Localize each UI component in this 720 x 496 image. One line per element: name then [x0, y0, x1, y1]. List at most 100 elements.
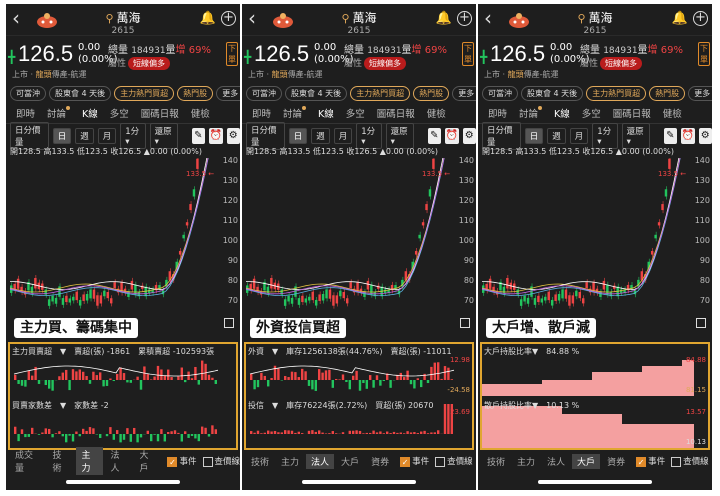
week-button[interactable]: 週 [547, 128, 566, 144]
settings-icon[interactable]: ⚙ [462, 128, 476, 144]
tab-5[interactable]: 健檢 [421, 106, 452, 120]
add-icon[interactable]: + [693, 11, 708, 26]
tab-0[interactable]: 即時 [246, 106, 277, 120]
alarm-icon[interactable]: ⏰ [445, 128, 459, 144]
alarm-icon[interactable]: ⏰ [681, 128, 695, 144]
tab-5[interactable]: 健檢 [657, 106, 688, 120]
tag-3[interactable]: 熱門股 [413, 85, 450, 101]
candle [387, 286, 390, 296]
bottom-tab-2[interactable]: 法人 [306, 453, 335, 469]
price-line-checkbox[interactable]: 查價線 [435, 455, 473, 467]
event-checkbox[interactable]: ✓ 事件 [636, 455, 665, 467]
tab-3[interactable]: 多空 [104, 106, 135, 120]
month-button[interactable]: 月 [333, 128, 353, 144]
order-button[interactable]: 下單 [698, 42, 710, 66]
tag-2[interactable]: 主力熱門買超 [586, 85, 647, 101]
tab-1[interactable]: 討論 [41, 105, 76, 120]
candle [561, 286, 564, 302]
bottom-tab-0[interactable]: 技術 [246, 454, 274, 469]
bottom-tab-2[interactable]: 主力 [76, 447, 104, 475]
bottom-tab-1[interactable]: 主力 [512, 454, 540, 469]
tag-0[interactable]: 可當沖 [482, 85, 518, 101]
tab-1[interactable]: 討論 [277, 105, 312, 120]
copy-icon[interactable] [460, 318, 470, 328]
tag-4[interactable]: 更多 › [688, 85, 712, 101]
event-checkbox[interactable]: ✓ 事件 [400, 455, 429, 467]
tab-2[interactable]: K線 [312, 106, 340, 120]
tab-1[interactable]: 討論 [513, 105, 548, 120]
order-button[interactable]: 下單 [462, 42, 474, 66]
tab-0[interactable]: 即時 [482, 106, 513, 120]
tag-2[interactable]: 主力熱門買超 [114, 85, 175, 101]
price-line-checkbox[interactable]: 查價線 [671, 455, 709, 467]
indicator-bar [102, 380, 105, 387]
tab-5[interactable]: 健檢 [185, 106, 216, 120]
tag-2[interactable]: 主力熱門買超 [350, 85, 411, 101]
tag-0[interactable]: 可當沖 [10, 85, 46, 101]
tag-3[interactable]: 熱門股 [649, 85, 686, 101]
signal-badge[interactable]: 短線偏多 [364, 57, 407, 70]
settings-icon[interactable]: ⚙ [698, 128, 712, 144]
bottom-tab-4[interactable]: 資券 [366, 454, 394, 469]
tab-2[interactable]: K線 [76, 106, 104, 120]
signal-badge[interactable]: 短線偏多 [600, 57, 643, 70]
tag-4[interactable]: 更多 › [452, 85, 476, 101]
tab-3[interactable]: 多空 [576, 106, 607, 120]
bell-icon[interactable]: 🔔 [200, 11, 216, 26]
tag-0[interactable]: 可當沖 [246, 85, 282, 101]
tab-4[interactable]: 圖碼日報 [135, 106, 185, 120]
bell-icon[interactable]: 🔔 [436, 11, 452, 26]
add-icon[interactable]: + [221, 11, 236, 26]
tab-0[interactable]: 即時 [10, 106, 41, 120]
bottom-tab-2[interactable]: 法人 [542, 454, 570, 469]
bottom-tab-3[interactable]: 法人 [105, 447, 132, 475]
kline-chart[interactable]: 133.5 ← 140 130 120 110 100 90 80 70 [6, 156, 240, 328]
tab-3[interactable]: 多空 [340, 106, 371, 120]
bottom-tab-3[interactable]: 大戶 [572, 453, 601, 469]
order-button[interactable]: 下單 [226, 42, 238, 66]
indicator-bar [409, 380, 413, 385]
alarm-icon[interactable]: ⏰ [209, 128, 223, 144]
signal-badge[interactable]: 短線偏多 [128, 57, 171, 70]
day-button[interactable]: 日 [52, 128, 72, 144]
tag-1[interactable]: 股東會 4 天後 [521, 85, 584, 101]
week-button[interactable]: 週 [75, 128, 94, 144]
tag-row: 可當沖股東會 4 天後主力熱門買超熱門股更多 › [242, 84, 476, 102]
search-icon[interactable]: ⚲ [341, 12, 349, 25]
bottom-tab-4[interactable]: 資券 [602, 454, 630, 469]
draw-icon[interactable]: ✎ [427, 128, 442, 144]
tab-2[interactable]: K線 [548, 106, 576, 120]
tag-4[interactable]: 更多 › [216, 85, 240, 101]
tab-4[interactable]: 圖碼日報 [371, 106, 421, 120]
bottom-tab-4[interactable]: 大戶 [134, 447, 161, 475]
event-checkbox[interactable]: ✓ 事件 [167, 455, 197, 467]
kline-chart[interactable]: 133.5 ← 140 130 120 110 100 90 80 70 [478, 156, 712, 328]
copy-icon[interactable] [696, 318, 706, 328]
bottom-tab-1[interactable]: 技術 [47, 447, 74, 475]
tag-1[interactable]: 股東會 4 天後 [49, 85, 112, 101]
indicator-bar [139, 380, 143, 390]
bottom-tab-1[interactable]: 主力 [276, 454, 304, 469]
month-button[interactable]: 月 [97, 128, 117, 144]
tag-1[interactable]: 股東會 4 天後 [285, 85, 348, 101]
day-button[interactable]: 日 [288, 128, 308, 144]
add-icon[interactable]: + [457, 11, 472, 26]
kline-chart[interactable]: 133.5 ← 140 130 120 110 100 90 80 70 [242, 156, 476, 328]
draw-icon[interactable]: ✎ [191, 128, 206, 144]
price-line-checkbox[interactable]: 查價線 [202, 455, 240, 467]
draw-icon[interactable]: ✎ [663, 128, 678, 144]
settings-icon[interactable]: ⚙ [226, 128, 240, 144]
search-icon[interactable]: ⚲ [105, 12, 113, 25]
week-button[interactable]: 週 [311, 128, 330, 144]
indicator-svg [13, 360, 219, 443]
month-button[interactable]: 月 [569, 128, 589, 144]
tag-3[interactable]: 熱門股 [177, 85, 214, 101]
search-icon[interactable]: ⚲ [577, 12, 585, 25]
copy-icon[interactable] [224, 318, 234, 328]
day-button[interactable]: 日 [524, 128, 544, 144]
bottom-tab-0[interactable]: 技術 [482, 454, 510, 469]
bottom-tab-3[interactable]: 大戶 [336, 454, 364, 469]
tab-4[interactable]: 圖碼日報 [607, 106, 657, 120]
bottom-tab-0[interactable]: 成交量 [10, 447, 45, 475]
bell-icon[interactable]: 🔔 [672, 11, 688, 26]
